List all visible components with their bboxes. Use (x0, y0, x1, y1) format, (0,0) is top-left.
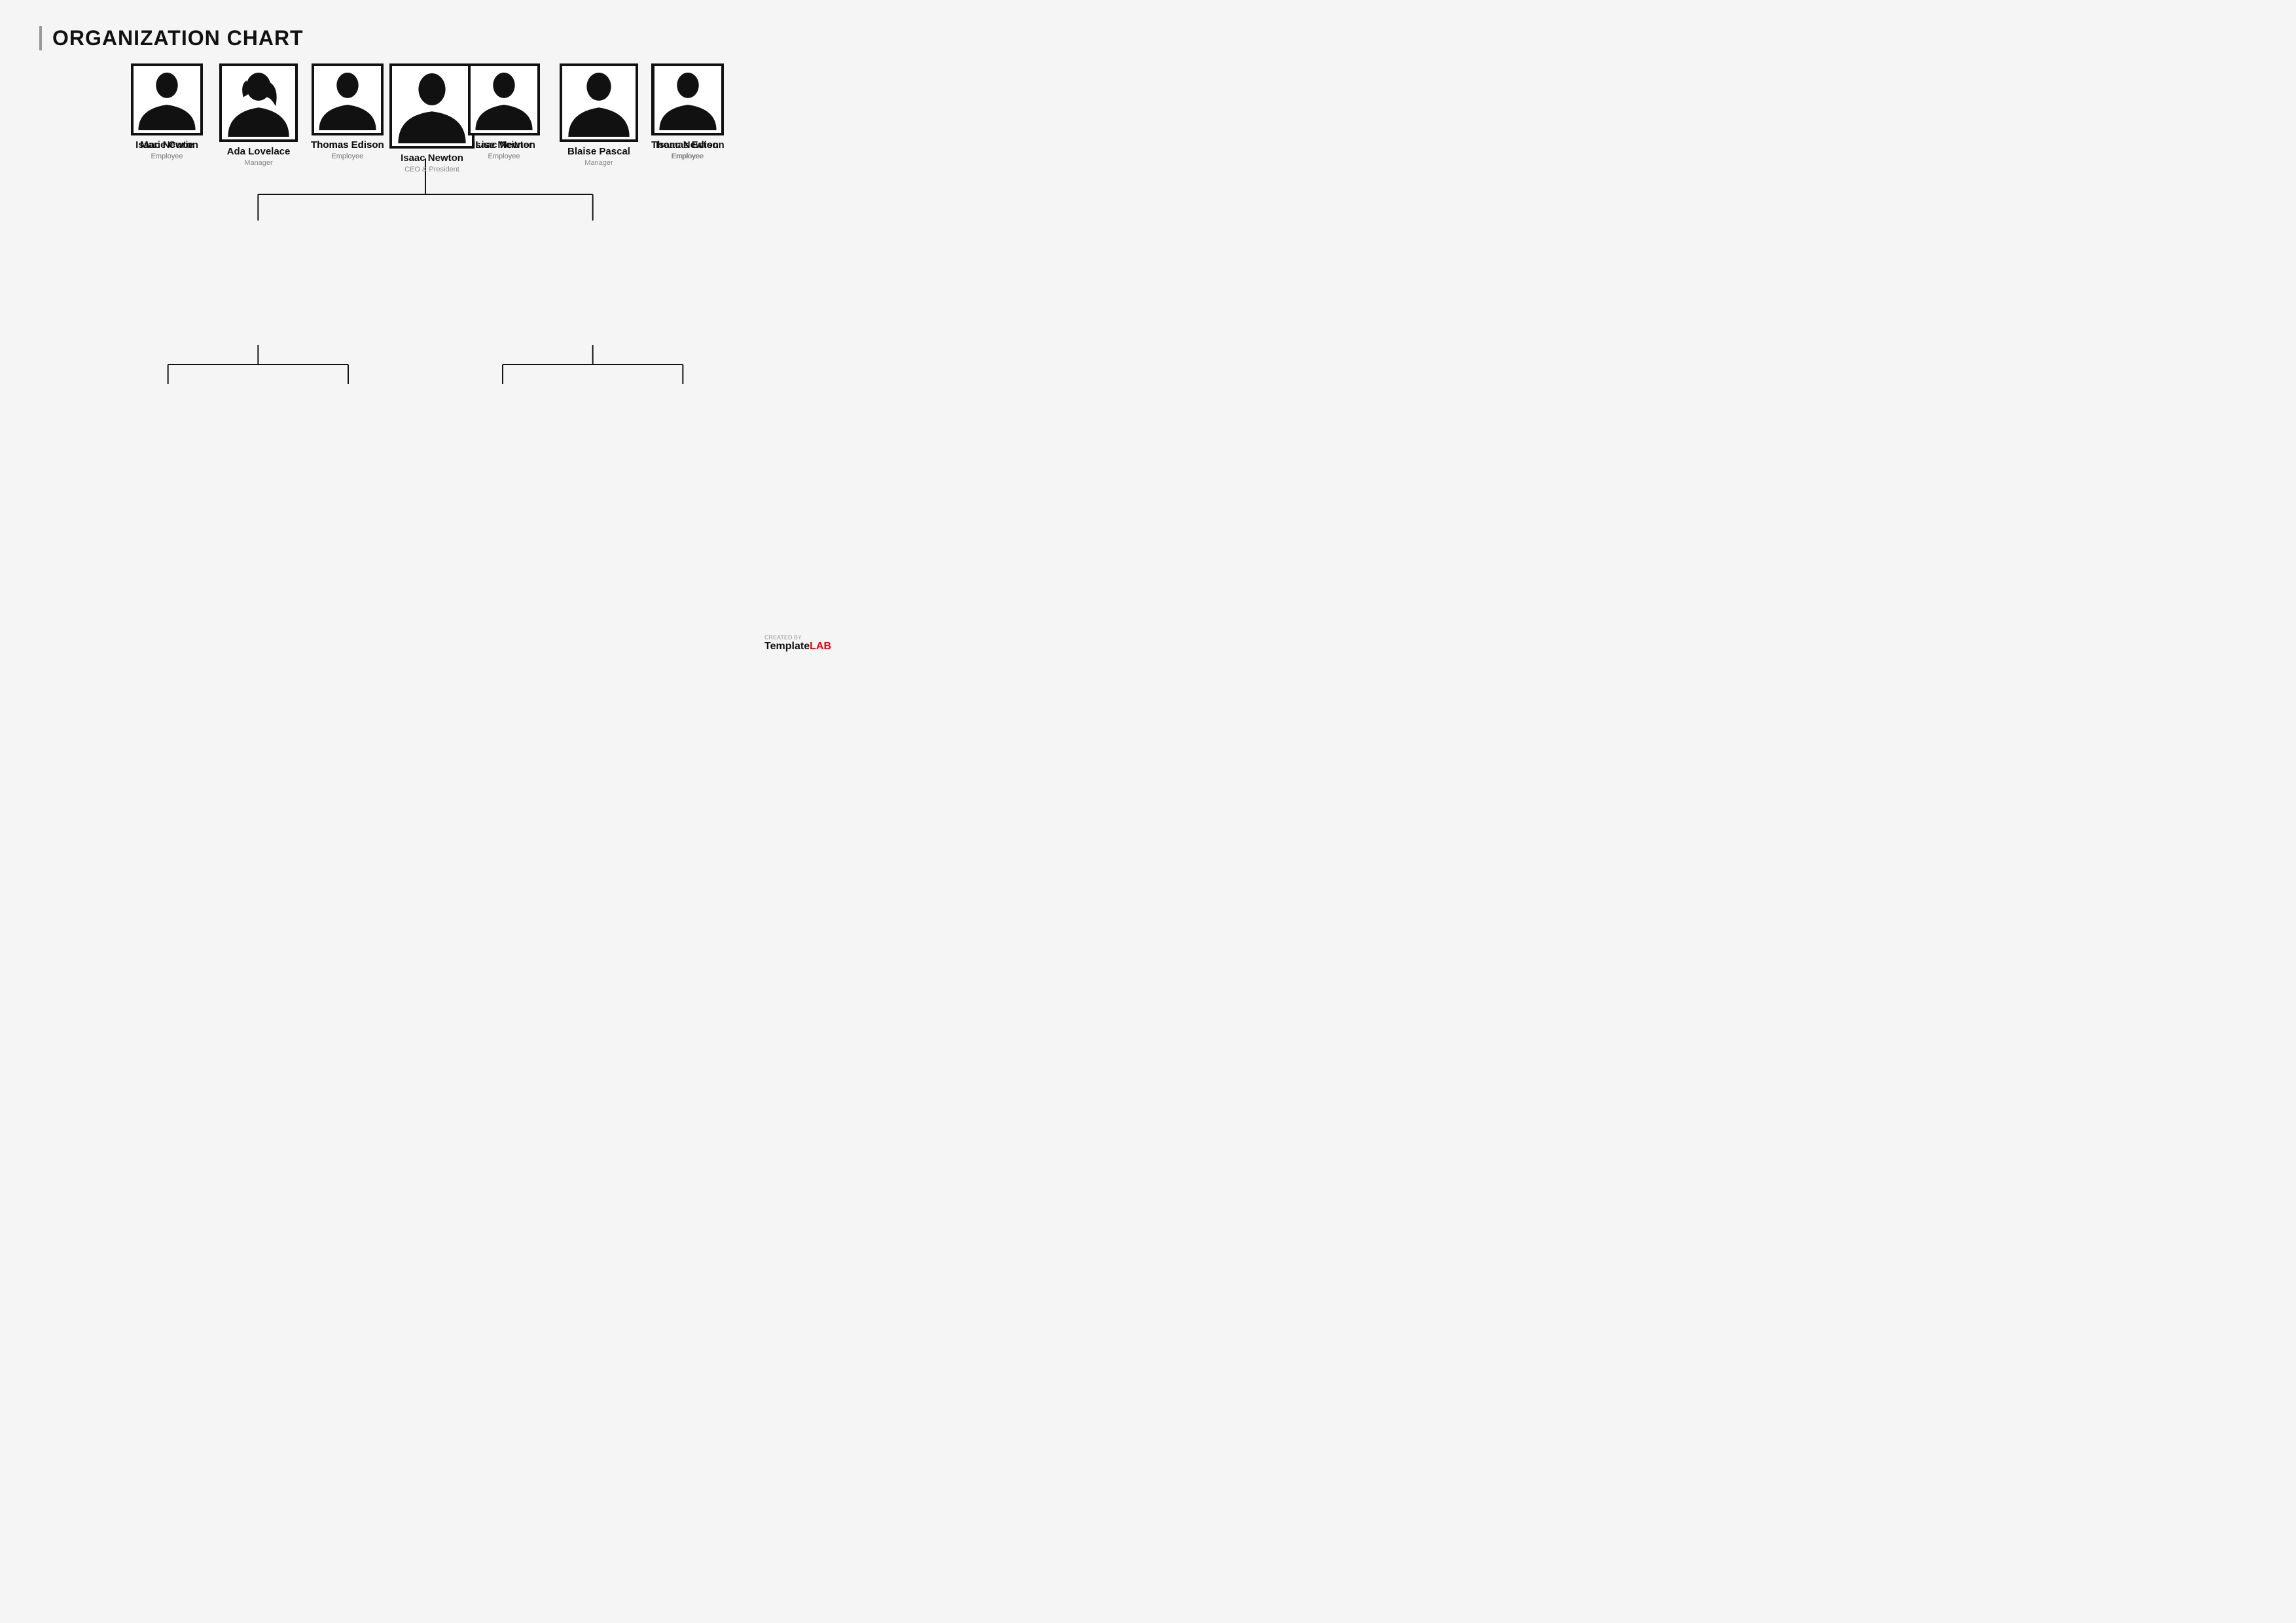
emp5-role: Employee (151, 152, 183, 160)
emp6-name: Thomas Edison (311, 139, 384, 151)
emp8-name: Thomas Edison (651, 139, 725, 151)
emp7-role: Employee (488, 152, 520, 160)
node-ceo: Isaac Newton CEO & President (389, 63, 475, 173)
node-emp6: Thomas Edison Employee (311, 63, 384, 160)
node-mgr2: Blaise Pascal Manager (560, 63, 638, 167)
ceo-name: Isaac Newton (401, 152, 463, 164)
emp7-name: Isaac Newton (473, 139, 535, 151)
node-mgr1: Ada Lovelace Manager (219, 63, 298, 167)
mgr1-name: Ada Lovelace (227, 146, 291, 158)
emp5-name: Isaac Newton (135, 139, 198, 151)
ceo-role: CEO & President (404, 166, 459, 173)
emp6-role: Employee (331, 152, 363, 160)
mgr2-role: Manager (584, 159, 613, 167)
page-title: ORGANIZATION CHART (39, 26, 812, 50)
emp8-role: Employee (672, 152, 704, 160)
node-emp7: Isaac Newton Employee (468, 63, 540, 160)
templatelab-logo: CREATED BY TemplateLAB (764, 634, 831, 652)
node-emp8: Thomas Edison Employee (651, 63, 725, 160)
mgr1-role: Manager (244, 159, 272, 167)
node-emp5: Isaac Newton Employee (131, 63, 203, 160)
mgr2-name: Blaise Pascal (567, 146, 630, 158)
